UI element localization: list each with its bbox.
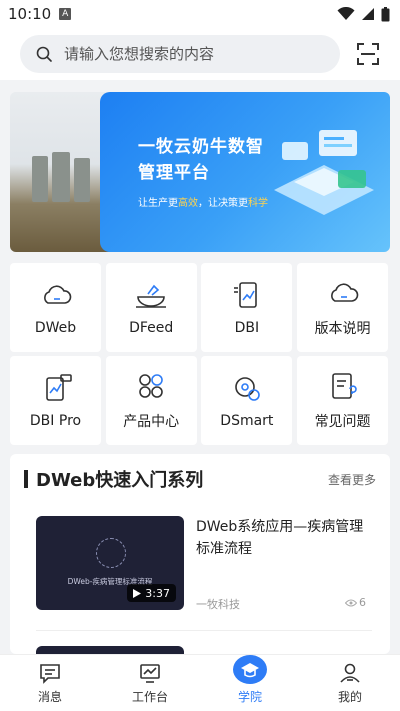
grid-label: DFeed [129,319,174,336]
grid-label: DBI Pro [29,412,82,429]
scan-button[interactable] [356,42,380,66]
cloud-icon [43,284,71,304]
series-section: DWeb快速入门系列 查看更多 DWeb-疾病管理标准流程 3:37 DWeb系… [10,454,390,654]
signal-icon [362,8,374,20]
status-bar: 10:10 A [0,0,400,28]
tab-label: 我的 [337,690,362,704]
bottom-tab-bar: 消息 工作台 学院 我的 [0,654,400,711]
video-views: 6 [345,596,366,609]
chart-pro-icon [45,373,72,401]
search-box[interactable] [20,35,340,73]
video-card[interactable]: DWeb-疾病管理标准流程 3:37 DWeb系统应用—疾病管理标准流程 一牧科… [36,516,366,612]
banner-title: 一牧云奶牛数智 管理平台 [138,134,264,186]
wifi-icon [337,7,355,20]
chart-phone-icon [233,281,257,308]
grid-item-product-center[interactable]: 产品中心 [105,356,197,445]
tab-workbench[interactable]: 工作台 [100,655,200,711]
section-header: DWeb快速入门系列 查看更多 [10,454,390,504]
video-duration: 3:37 [127,584,176,602]
tab-label: 消息 [37,690,62,704]
grid-item-faq[interactable]: 常见问题 [297,356,389,445]
tab-label: 工作台 [131,690,168,704]
banner-title-line1: 一牧云奶牛数智 [138,137,264,157]
grid-item-dbi-pro[interactable]: DBI Pro [10,356,101,445]
grid-label: DSmart [220,412,274,429]
tab-messages[interactable]: 消息 [0,655,100,711]
thumbnail-logo-icon [96,538,126,568]
message-icon [40,664,60,684]
grid-label: DWeb [34,319,77,336]
banner-subtitle-b: ，让决策更 [198,198,248,209]
grid-label: 版本说明 [314,320,371,337]
play-icon [133,588,142,598]
grid-item-dbi[interactable]: DBI [201,263,293,352]
banner-panel: 一牧云奶牛数智 管理平台 让生产更高效，让决策更科学 [100,92,390,252]
banner-subtitle-a: 让生产更 [138,198,178,209]
apps-icon [139,373,163,398]
grid-item-dsmart[interactable]: DSmart [201,356,293,445]
status-time: 10:10 [8,5,52,23]
grid-label: 常见问题 [314,413,371,430]
graduation-cap-icon [241,662,259,677]
feed-bowl-icon [136,284,167,308]
user-icon [340,663,360,683]
scan-icon [357,43,379,65]
faq-icon [331,372,357,399]
video-author: 一牧科技 [196,598,240,611]
tab-label: 学院 [237,690,262,704]
cloud-icon [330,282,358,302]
duration-text: 3:37 [145,586,170,600]
tab-academy[interactable]: 学院 [200,655,300,711]
product-grid: DWeb DFeed DBI 版本说明 DBI Pro 产品中心 DSmart … [10,263,390,445]
video-thumbnail[interactable]: DWeb-疾病管理标准流程 3:37 [36,516,184,610]
divider [36,630,372,631]
next-video-thumbnail[interactable] [36,646,184,654]
tab-active-badge [233,655,267,684]
banner-subtitle-highlight1: 高效 [178,198,198,209]
search-icon [36,46,52,62]
gear-eye-icon [235,376,260,401]
banner-title-line2: 管理平台 [138,163,210,183]
section-title: DWeb快速入门系列 [36,470,204,491]
search-input[interactable] [64,45,304,63]
eye-icon [345,599,357,606]
battery-icon [381,6,390,21]
notification-a-icon: A [59,8,72,20]
monitor-chart-icon [140,664,160,683]
grid-item-dweb[interactable]: DWeb [10,263,101,352]
see-more-link[interactable]: 查看更多 [328,471,376,488]
search-row [0,28,400,80]
grid-label: 产品中心 [123,413,180,430]
views-count: 6 [359,596,366,609]
dashboard-illustration [274,130,374,215]
grid-item-version-notes[interactable]: 版本说明 [297,263,389,352]
promo-banner[interactable]: 一牧云奶牛数智 管理平台 让生产更高效，让决策更科学 [10,92,390,252]
video-title: DWeb系统应用—疾病管理标准流程 [196,519,364,557]
grid-label: DBI [234,319,260,336]
tab-profile[interactable]: 我的 [300,655,400,711]
section-marker [24,470,28,488]
grid-item-dfeed[interactable]: DFeed [105,263,197,352]
banner-subtitle: 让生产更高效，让决策更科学 [138,194,268,209]
